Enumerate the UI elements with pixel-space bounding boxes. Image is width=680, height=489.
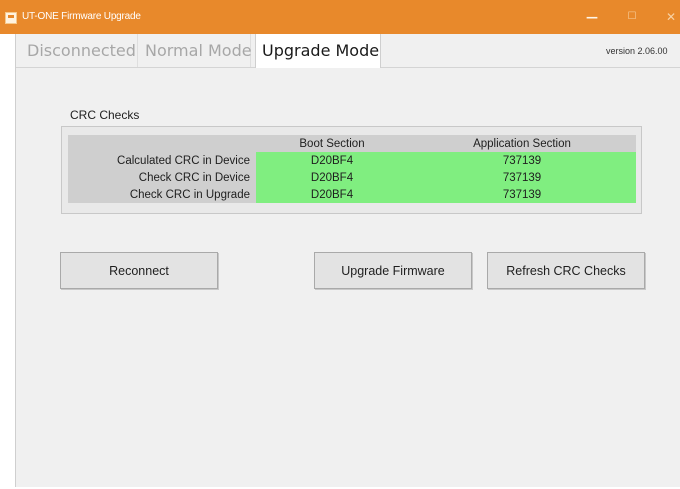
column-header-blank [68, 135, 256, 152]
column-header-boot: Boot Section [256, 135, 408, 152]
app-crc-cell: 737139 [408, 186, 636, 203]
boot-crc-cell: D20BF4 [256, 186, 408, 203]
table-row: Check CRC in Device D20BF4 737139 [68, 169, 636, 186]
tab-disconnected[interactable]: Disconnected [21, 34, 138, 67]
boot-crc-cell: D20BF4 [256, 169, 408, 186]
table-header-row: Boot Section Application Section [68, 135, 636, 152]
row-header: Check CRC in Upgrade [68, 186, 256, 203]
crc-table: Boot Section Application Section Calcula… [68, 135, 636, 203]
row-header: Check CRC in Device [68, 169, 256, 186]
tab-bar: Disconnected Normal Mode Upgrade Mode ve… [16, 34, 680, 68]
window-title: UT-ONE Firmware Upgrade [22, 11, 141, 22]
version-label: version 2.06.00 [606, 46, 668, 56]
close-button[interactable]: ✕ [664, 10, 678, 24]
app-icon [5, 12, 17, 24]
minimize-button[interactable]: — [585, 10, 599, 24]
upgrade-firmware-button[interactable]: Upgrade Firmware [314, 252, 472, 289]
table-row: Check CRC in Upgrade D20BF4 737139 [68, 186, 636, 203]
column-header-application: Application Section [408, 135, 636, 152]
main-panel: Disconnected Normal Mode Upgrade Mode ve… [15, 34, 680, 487]
maximize-button[interactable]: ☐ [625, 10, 639, 24]
reconnect-button[interactable]: Reconnect [60, 252, 218, 289]
crc-checks-label: CRC Checks [70, 108, 140, 122]
tab-upgrade-mode[interactable]: Upgrade Mode [255, 34, 381, 68]
refresh-crc-checks-button[interactable]: Refresh CRC Checks [487, 252, 645, 289]
app-crc-cell: 737139 [408, 152, 636, 169]
table-row: Calculated CRC in Device D20BF4 737139 [68, 152, 636, 169]
app-crc-cell: 737139 [408, 169, 636, 186]
title-bar[interactable]: UT-ONE Firmware Upgrade — ☐ ✕ [0, 0, 680, 34]
row-header: Calculated CRC in Device [68, 152, 256, 169]
tab-normal-mode[interactable]: Normal Mode [139, 34, 252, 67]
boot-crc-cell: D20BF4 [256, 152, 408, 169]
